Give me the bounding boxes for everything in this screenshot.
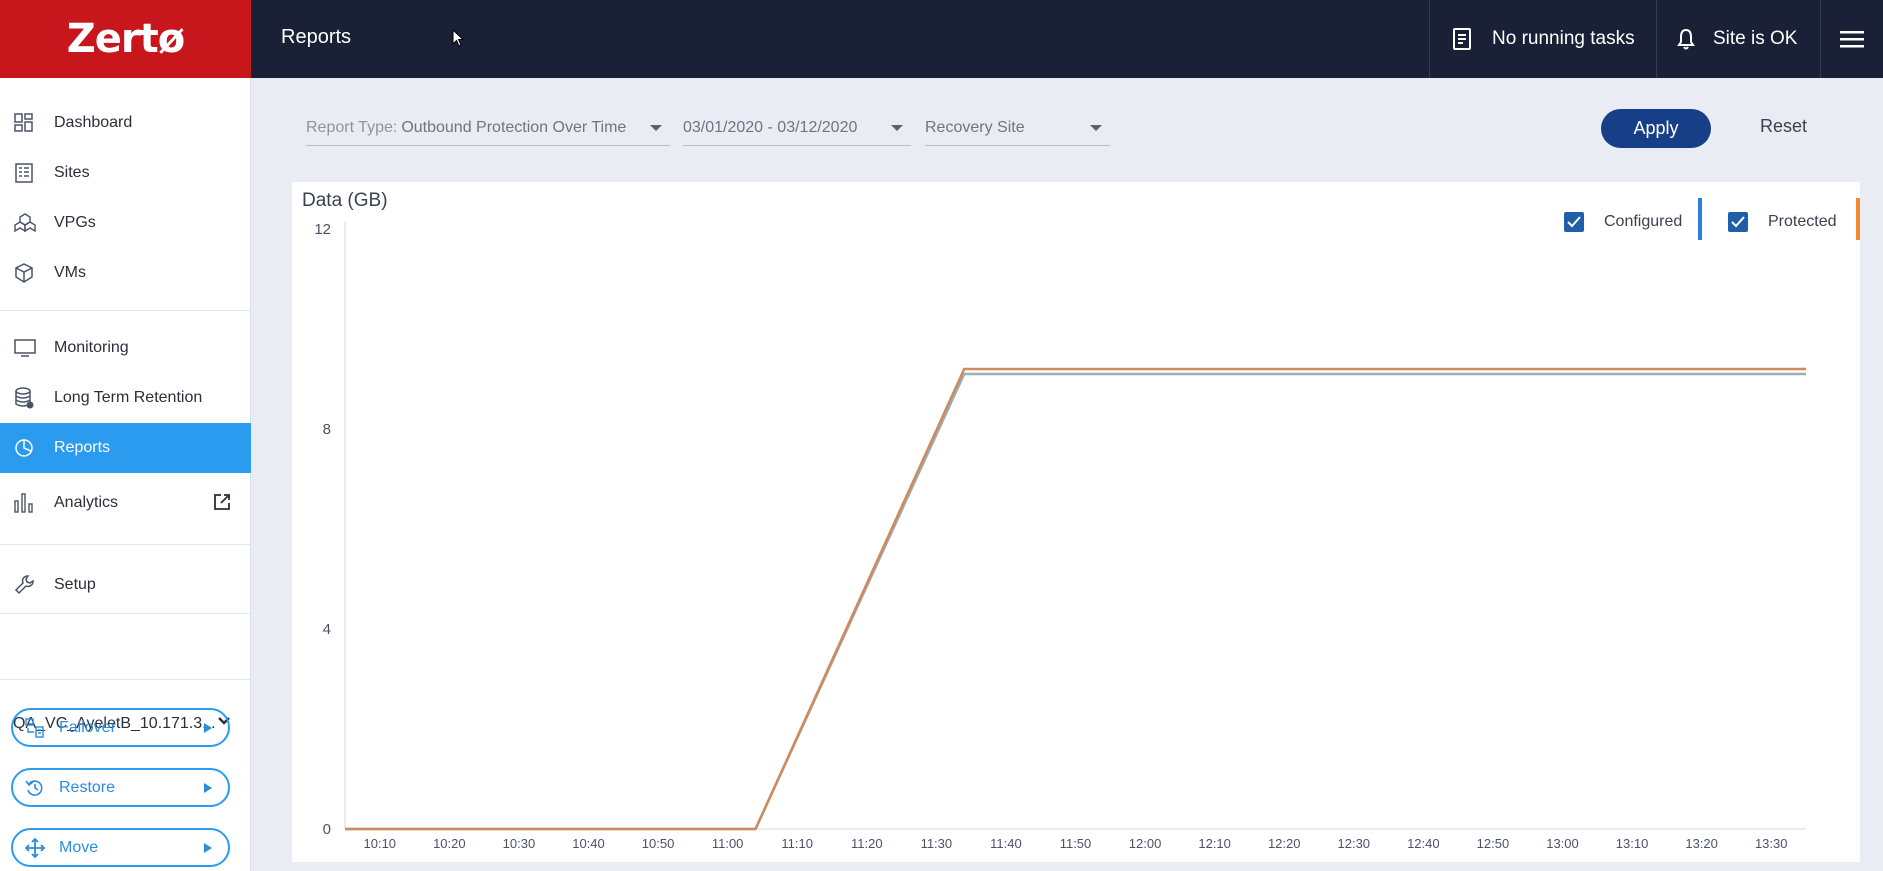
move-icon <box>25 837 47 858</box>
x-tick-label: 13:10 <box>1616 836 1649 851</box>
x-tick-label: 13:00 <box>1546 836 1579 851</box>
x-tick-label: 10:30 <box>503 836 536 851</box>
sidebar-item-label: Long Term Retention <box>54 389 203 406</box>
x-tick-label: 12:20 <box>1268 836 1301 851</box>
restore-icon <box>25 778 47 798</box>
sidebar-divider <box>0 679 251 680</box>
menu-icon <box>1840 31 1864 48</box>
x-tick-label: 11:50 <box>1060 836 1092 851</box>
x-tick-label: 10:10 <box>364 836 397 851</box>
monitor-icon <box>14 337 40 359</box>
tasks-label: No running tasks <box>1492 28 1635 49</box>
move-label: Move <box>59 838 99 856</box>
dropdown-caret-icon <box>650 125 662 131</box>
restore-label: Restore <box>59 778 116 796</box>
x-tick-label: 11:30 <box>921 836 953 851</box>
recovery-site-value: Recovery Site <box>925 118 1025 136</box>
dropdown-caret-icon <box>891 125 903 131</box>
mouse-cursor-icon <box>452 29 464 47</box>
date-range-select[interactable]: 03/01/2020 - 03/12/2020 <box>683 110 911 146</box>
sidebar-item-label: Monitoring <box>54 339 129 356</box>
x-tick-label: 11:00 <box>712 836 744 851</box>
hamburger-menu-button[interactable] <box>1820 0 1883 78</box>
vms-icon <box>14 262 40 284</box>
failover-icon <box>25 717 47 738</box>
sidebar-item-label: Setup <box>54 576 96 593</box>
tasks-icon <box>1453 28 1471 50</box>
site-status-button[interactable]: Site is OK <box>1656 0 1820 78</box>
sidebar-item-label: Sites <box>54 164 90 181</box>
page-title: Reports <box>281 26 352 48</box>
sidebar-item-vpgs[interactable]: VPGs <box>0 198 251 248</box>
dropdown-caret-icon <box>1090 125 1102 131</box>
x-tick-label: 13:20 <box>1685 836 1718 851</box>
x-tick-label: 10:50 <box>642 836 675 851</box>
sidebar-item-dashboard[interactable]: Dashboard <box>0 98 251 148</box>
x-tick-label: 12:30 <box>1338 836 1371 851</box>
sidebar-item-label: Dashboard <box>54 114 133 131</box>
sidebar-item-monitoring[interactable]: Monitoring <box>0 323 251 373</box>
sidebar-item-sites[interactable]: Sites <box>0 148 251 198</box>
x-tick-label: 12:50 <box>1477 836 1510 851</box>
sidebar-item-reports[interactable]: Reports <box>0 423 251 473</box>
play-arrow-icon <box>204 843 212 853</box>
x-tick-label: 12:40 <box>1407 836 1440 851</box>
external-link-icon <box>214 494 230 510</box>
apply-button[interactable]: Apply <box>1601 109 1711 148</box>
sidebar-item-long-term-retention[interactable]: Long Term Retention <box>0 373 251 423</box>
x-tick-label: 12:00 <box>1129 836 1162 851</box>
y-tick-label: 4 <box>323 621 331 638</box>
report-type-label: Report Type: <box>306 118 398 136</box>
x-tick-label: 12:10 <box>1198 836 1231 851</box>
chart-panel: Data (GB) Configured Protected 0 4 8 12 10:1… <box>292 182 1860 862</box>
date-range-value: 03/01/2020 - 03/12/2020 <box>683 118 858 136</box>
wrench-icon <box>14 574 40 596</box>
restore-button[interactable]: Restore <box>11 768 230 807</box>
sidebar: Dashboard Sites VPGs VMs Monitoring Long… <box>0 78 251 871</box>
dashboard-icon <box>14 112 40 134</box>
top-bar: Zertø Reports No running tasks Site is O… <box>0 0 1883 78</box>
logo-text: Zertø <box>66 16 185 62</box>
x-tick-label: 13:30 <box>1755 836 1788 851</box>
x-tick-label: 11:20 <box>851 836 883 851</box>
bell-icon <box>1677 28 1695 50</box>
series-line-protected <box>345 367 1806 831</box>
y-tick-label: 8 <box>323 421 331 438</box>
site-status-label: Site is OK <box>1713 28 1798 49</box>
report-type-select[interactable]: Report Type: Outbound Protection Over Ti… <box>306 110 670 146</box>
sidebar-item-label: Reports <box>54 439 111 456</box>
sidebar-item-label: VPGs <box>54 214 96 231</box>
x-tick-label: 10:20 <box>433 836 466 851</box>
series-line-configured <box>345 372 1806 831</box>
x-tick-label: 10:40 <box>572 836 605 851</box>
sites-icon <box>14 162 40 184</box>
move-button[interactable]: Move <box>11 828 230 867</box>
sidebar-item-label: VMs <box>54 264 86 281</box>
sidebar-divider <box>0 310 251 311</box>
x-tick-label: 11:40 <box>990 836 1022 851</box>
report-type-value: Outbound Protection Over Time <box>401 118 627 136</box>
running-tasks-button[interactable]: No running tasks <box>1429 0 1656 78</box>
reset-button[interactable]: Reset <box>1760 116 1807 137</box>
sidebar-item-label: Analytics <box>54 494 119 511</box>
y-tick-label: 12 <box>314 221 331 238</box>
sidebar-item-analytics[interactable]: Analytics <box>0 478 251 528</box>
failover-button[interactable]: Failover <box>11 708 230 747</box>
bar-chart-icon <box>14 492 40 514</box>
sidebar-item-vms[interactable]: VMs <box>0 248 251 298</box>
line-chart: 0 4 8 12 10:10 10:20 10:30 10:40 10:50 11:00 11:10… <box>314 221 1806 851</box>
play-arrow-icon <box>204 723 212 733</box>
sidebar-divider <box>0 613 251 614</box>
x-tick-label: 11:10 <box>781 836 813 851</box>
vpgs-icon <box>14 212 40 234</box>
play-arrow-icon <box>204 783 212 793</box>
database-icon <box>14 387 40 409</box>
sidebar-divider <box>0 544 251 545</box>
failover-label: Failover <box>59 718 116 736</box>
pie-chart-icon <box>14 437 40 459</box>
sidebar-item-setup[interactable]: Setup <box>0 560 251 610</box>
recovery-site-select[interactable]: Recovery Site <box>925 110 1110 146</box>
y-tick-label: 0 <box>323 821 331 838</box>
zerto-logo[interactable]: Zertø <box>0 0 251 78</box>
